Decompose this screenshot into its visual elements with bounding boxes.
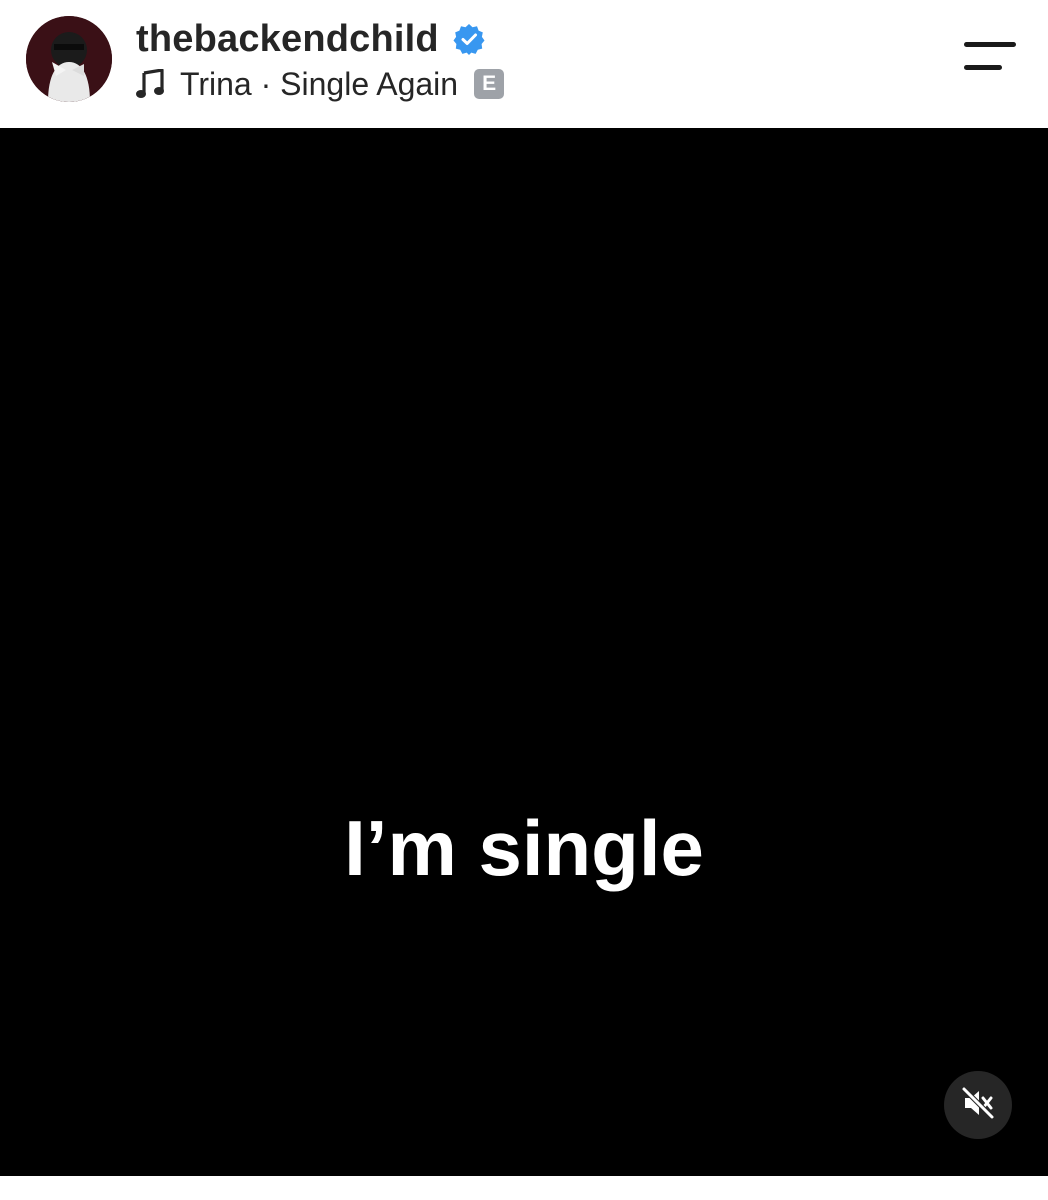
video-player[interactable]: I’m single — [0, 128, 1048, 1176]
audio-attribution[interactable]: Trina · Single Again E — [136, 62, 505, 106]
explicit-badge: E — [474, 69, 505, 99]
audio-label: Trina · Single Again — [180, 65, 459, 102]
verified-badge-icon — [453, 23, 485, 55]
speaker-muted-icon — [961, 1086, 995, 1125]
bottom-strip — [0, 1176, 1048, 1200]
mute-toggle-button[interactable] — [944, 1071, 1012, 1139]
menu-line-top — [964, 42, 1016, 47]
video-caption: I’m single — [344, 804, 704, 892]
post-header: thebackendchild Trina · Single Again E — [0, 0, 1048, 128]
music-note-icon — [136, 68, 164, 99]
username[interactable]: thebackendchild — [136, 18, 439, 61]
username-row: thebackendchild — [136, 14, 485, 64]
menu-icon[interactable] — [958, 38, 1022, 78]
profile-avatar[interactable] — [26, 16, 112, 102]
menu-line-bottom — [964, 65, 1002, 70]
